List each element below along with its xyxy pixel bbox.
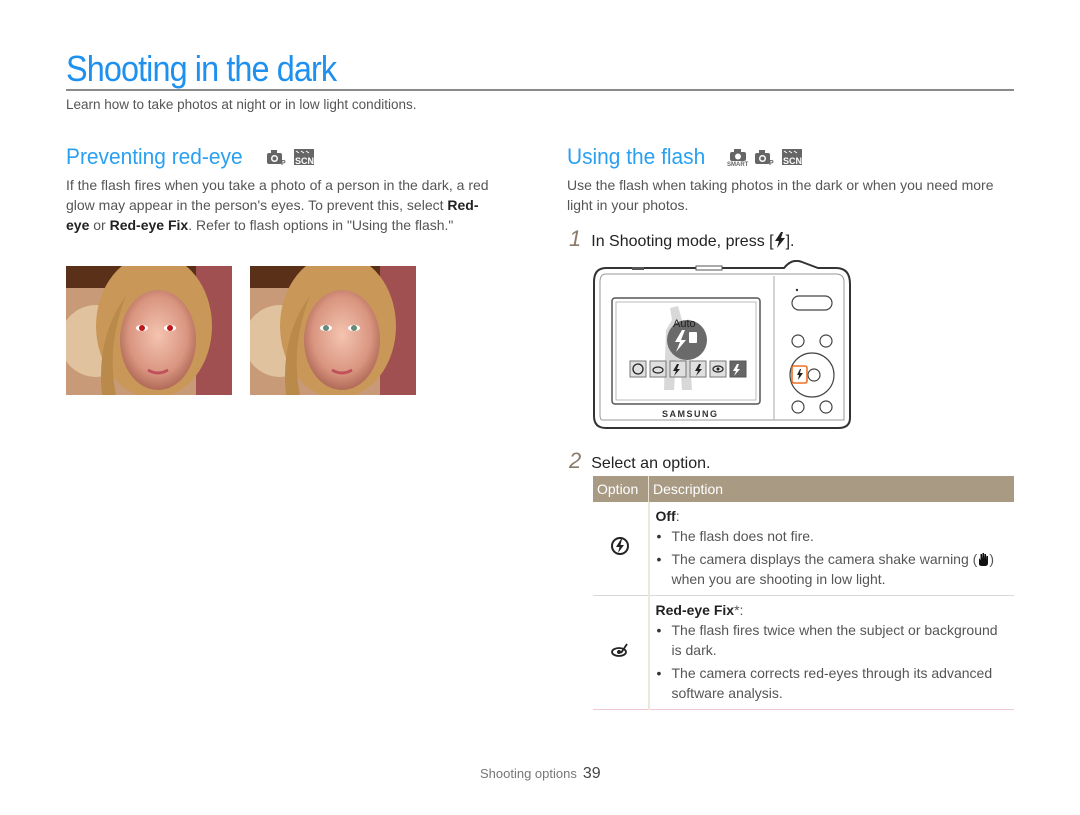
- svg-text:P: P: [281, 160, 286, 166]
- option-description: Off: The flash does not fire. The camera…: [648, 502, 1014, 596]
- table-row: Off: The flash does not fire. The camera…: [593, 502, 1014, 596]
- section-heading-text: Using the flash: [567, 144, 706, 169]
- svg-text:SCN: SCN: [783, 156, 802, 166]
- option-name: Off: [655, 508, 676, 524]
- red-eye-fix-term: Red-eye Fix: [109, 217, 189, 233]
- title-divider: [66, 89, 1014, 91]
- red-eye-fix-icon: [611, 643, 628, 657]
- table-row: Red-eye Fix*: The flash fires twice when…: [593, 595, 1014, 710]
- flash-off-icon: [611, 537, 630, 555]
- footer-section: Shooting options: [480, 766, 577, 781]
- paragraph-text: . Refer to flash options in "Using the f…: [188, 217, 454, 233]
- photo-red-eye-fixed: [250, 266, 416, 395]
- page-footer: Shooting options 39: [480, 765, 601, 783]
- camera-shake-warning-icon: [979, 553, 989, 566]
- scene-mode-icon: SCN: [781, 149, 802, 166]
- svg-text:SCN: SCN: [295, 156, 314, 166]
- option-name-suffix: :: [675, 508, 680, 524]
- bullet-text: The camera displays the camera shake war…: [671, 551, 978, 567]
- header-option: Option: [593, 476, 649, 502]
- step-1: 1 In Shooting mode, press [].: [569, 226, 794, 252]
- option-name: Red-eye Fix: [655, 602, 735, 618]
- bullet-text: when you are shooting in low light.: [671, 571, 886, 587]
- step-number: 2: [569, 448, 582, 473]
- section-heading-red-eye: Preventing red-eye P SCN: [66, 144, 315, 170]
- paragraph-text: If the flash fires when you take a photo…: [66, 177, 489, 213]
- page-title: Shooting in the dark: [66, 48, 337, 89]
- mode-icons: P SCN: [266, 148, 315, 166]
- program-mode-icon: P: [266, 150, 286, 166]
- screen-auto-label: Auto: [673, 318, 696, 330]
- red-eye-paragraph: If the flash fires when you take a photo…: [66, 175, 496, 235]
- option-description: Red-eye Fix*: The flash fires twice when…: [648, 595, 1014, 710]
- bullet: The flash fires twice when the subject o…: [657, 620, 1009, 660]
- flash-options-table: Option Description Off: The flash does n…: [593, 476, 1014, 710]
- step-text-pre: In Shooting mode, press [: [591, 233, 774, 250]
- camera-back-illustration: Auto SAMSUNG: [592, 259, 854, 430]
- program-mode-icon: P: [754, 150, 774, 166]
- flash-key-icon: [774, 232, 785, 248]
- step-text-post: ].: [785, 233, 795, 250]
- page-subtitle: Learn how to take photos at night or in …: [66, 97, 417, 112]
- bullet: The camera displays the camera shake war…: [657, 549, 1009, 589]
- mode-icons: SMART P SCN: [727, 148, 803, 166]
- page-number: 39: [582, 765, 601, 782]
- option-icon-cell: [593, 502, 650, 596]
- step-text: In Shooting mode, press [].: [591, 232, 794, 251]
- svg-text:SMART: SMART: [727, 162, 749, 166]
- step-2: 2 Select an option.: [569, 448, 710, 474]
- bullet: The camera corrects red-eyes through its…: [657, 663, 1009, 703]
- section-heading-flash: Using the flash SMART P SCN: [567, 144, 803, 170]
- step-text: Select an option.: [591, 455, 711, 472]
- scene-mode-icon: SCN: [293, 149, 314, 166]
- section-heading-text: Preventing red-eye: [66, 144, 243, 169]
- svg-text:P: P: [769, 160, 774, 166]
- option-icon-cell: [593, 595, 650, 710]
- bullet: The flash does not fire.: [657, 526, 1009, 546]
- step-number: 1: [569, 226, 582, 251]
- camera-brand: SAMSUNG: [662, 409, 719, 419]
- option-name-suffix: *:: [734, 602, 744, 618]
- table-header-row: Option Description: [593, 476, 1014, 502]
- smart-auto-mode-icon: SMART: [727, 149, 749, 166]
- header-description: Description: [648, 476, 1014, 502]
- flash-intro: Use the flash when taking photos in the …: [567, 177, 994, 213]
- photo-red-eye: [66, 266, 232, 395]
- paragraph-text: or: [89, 217, 110, 233]
